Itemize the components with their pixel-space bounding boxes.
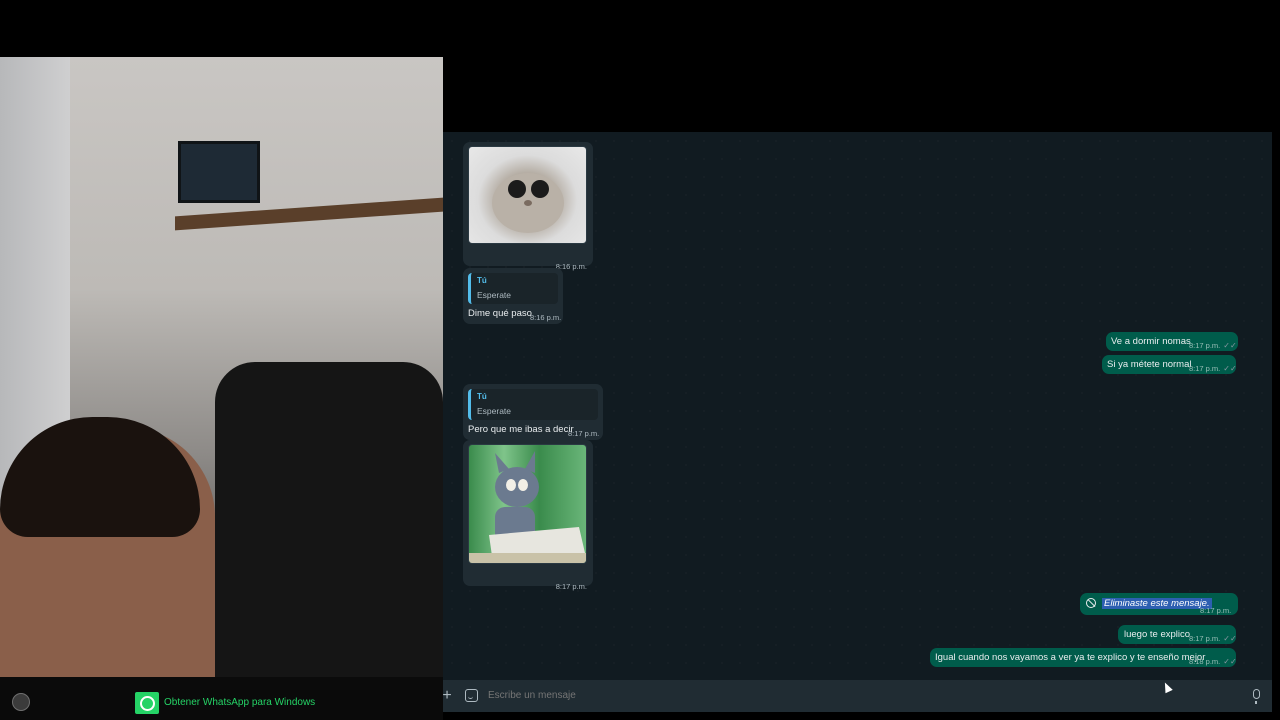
message-time-value: 8:17 p.m.: [1189, 341, 1221, 350]
screen: 8:16 p.m. Tú Esperate Dime qué paso 8:16…: [0, 0, 1280, 720]
microphone-icon[interactable]: [1253, 689, 1260, 704]
quote-author: Tú: [477, 392, 487, 401]
quote-text: Esperate: [477, 290, 512, 300]
double-check-icon: ✓✓: [1223, 657, 1237, 666]
message-text: luego te explico: [1124, 629, 1191, 640]
outgoing-message[interactable]: luego te explico 8:17 p.m. ✓✓: [1118, 625, 1237, 644]
double-check-icon: ✓✓: [1223, 341, 1237, 350]
message-time: 8:17 p.m.: [568, 429, 600, 438]
incoming-image-message[interactable]: 8:17 p.m.: [463, 440, 593, 591]
double-check-icon: ✓✓: [1223, 634, 1237, 643]
whatsapp-logo-icon[interactable]: [135, 692, 159, 714]
quoted-message[interactable]: Tú Esperate: [468, 389, 598, 420]
double-check-icon: ✓✓: [1223, 364, 1237, 373]
deleted-message-text: Eliminaste este mensaje.: [1086, 598, 1212, 609]
chat-panel[interactable]: 8:16 p.m. Tú Esperate Dime qué paso 8:16…: [443, 132, 1272, 680]
get-whatsapp-link[interactable]: Obtener WhatsApp para Windows: [164, 697, 315, 708]
incoming-reply-message[interactable]: Tú Esperate Pero que me ibas a decir 8:1…: [463, 384, 603, 440]
quote-author: Tú: [477, 276, 487, 285]
outgoing-message[interactable]: Igual cuando nos vayamos a ver ya te exp…: [930, 648, 1237, 667]
message-text: Si ya métete normal: [1107, 359, 1192, 370]
get-whatsapp-banner: Obtener WhatsApp para Windows: [0, 690, 443, 720]
message-input[interactable]: [488, 684, 1238, 708]
compose-bar: +: [442, 680, 1272, 712]
incoming-reply-message[interactable]: Tú Esperate Dime qué paso 8:16 p.m.: [463, 268, 563, 324]
deleted-outgoing-message[interactable]: Eliminaste este mensaje. 8:17 p.m.: [1080, 593, 1238, 615]
message-text: Igual cuando nos vayamos a ver ya te exp…: [935, 652, 1206, 663]
webcam-overlay: [0, 57, 443, 720]
deleted-icon: [1086, 598, 1096, 609]
webcam-chair: [215, 362, 443, 720]
message-text: Dime qué paso: [468, 308, 532, 319]
outgoing-message[interactable]: Si ya métete normal 8:17 p.m. ✓✓: [1102, 355, 1237, 374]
tom-cat-figure: [469, 451, 586, 563]
message-time: 8:18 p.m. ✓✓: [1189, 657, 1237, 666]
message-text: Ve a dormir nomas: [1111, 336, 1191, 347]
webcam-wall-frame: [178, 141, 260, 203]
deleted-label: Eliminaste este mensaje.: [1102, 598, 1212, 609]
incoming-image-message[interactable]: 8:16 p.m.: [463, 142, 593, 271]
message-time-value: 8:18 p.m.: [1189, 657, 1221, 666]
sticker-emoji-icon[interactable]: [465, 689, 478, 702]
quoted-message[interactable]: Tú Esperate: [468, 273, 558, 304]
message-time: 8:17 p.m.: [1200, 606, 1232, 615]
message-time-value: 8:17 p.m.: [1189, 634, 1221, 643]
message-time: 8:16 p.m.: [530, 313, 562, 322]
message-time-value: 8:17 p.m.: [1189, 364, 1221, 373]
message-text: Pero que me ibas a decir: [468, 424, 574, 435]
message-time: 8:17 p.m.: [555, 582, 587, 591]
hamster-face: [492, 173, 564, 233]
quote-text: Esperate: [477, 406, 512, 416]
message-time: 8:17 p.m. ✓✓: [1189, 341, 1237, 350]
streamer-avatar: [12, 693, 30, 711]
outgoing-message[interactable]: Ve a dormir nomas 8:17 p.m. ✓✓: [1106, 332, 1238, 351]
hamster-sticker-image[interactable]: [468, 146, 587, 244]
tom-cat-image[interactable]: [468, 444, 587, 564]
message-time: 8:17 p.m. ✓✓: [1189, 634, 1237, 643]
message-time: 8:17 p.m. ✓✓: [1189, 364, 1237, 373]
